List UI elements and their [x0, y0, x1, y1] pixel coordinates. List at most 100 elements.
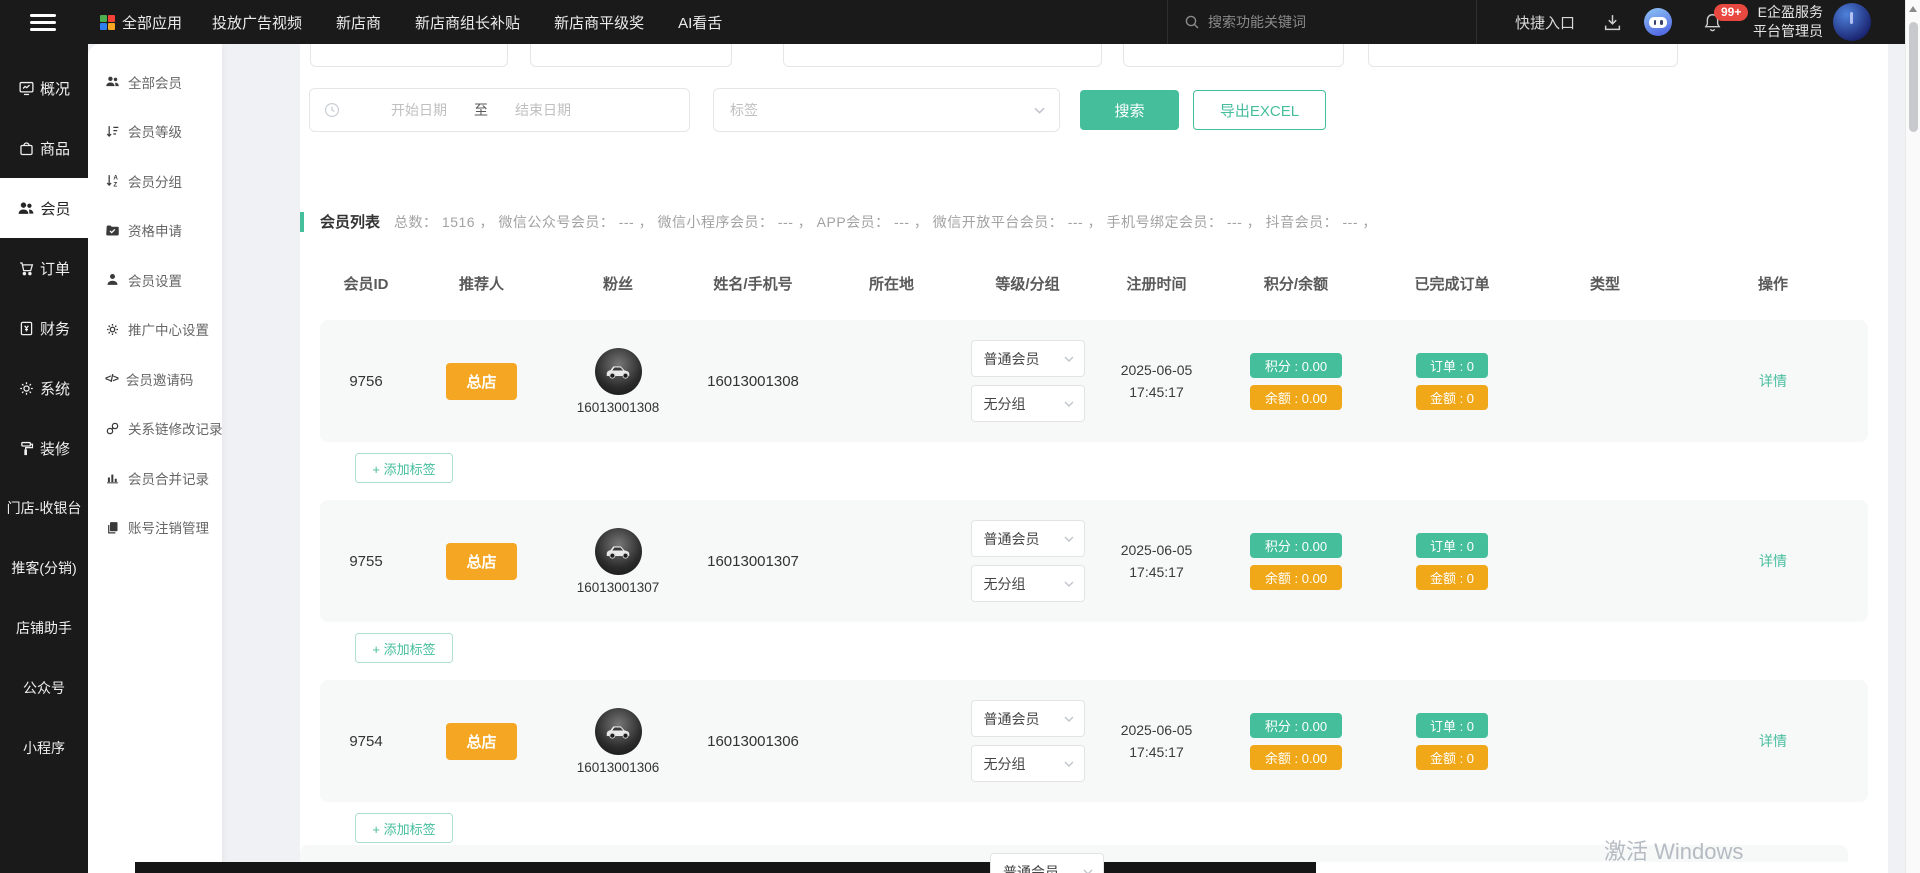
export-excel-button[interactable]: 导出EXCEL: [1193, 90, 1326, 130]
all-apps-button[interactable]: 全部应用: [100, 12, 182, 33]
add-tag-button[interactable]: + 添加标签: [355, 453, 453, 483]
user-name-line2: 平台管理员: [1753, 22, 1823, 41]
tag-select[interactable]: 标签: [713, 88, 1060, 132]
fan-avatar[interactable]: [595, 528, 642, 575]
amount-badge: 金额 : 0: [1416, 745, 1488, 770]
register-date: 2025-06-05: [1121, 359, 1193, 381]
sidebar-item-system[interactable]: 系统: [0, 358, 88, 418]
quick-entry-link[interactable]: 快捷入口: [1515, 12, 1575, 33]
start-date-input[interactable]: [364, 102, 474, 118]
gear-small-icon: [105, 322, 120, 337]
members-icon: [17, 199, 35, 217]
sidebar-item-official-account[interactable]: 公众号: [0, 658, 88, 718]
download-icon[interactable]: [1603, 13, 1622, 32]
search-input[interactable]: [1208, 14, 1460, 30]
menu-toggle-icon[interactable]: [30, 10, 56, 35]
sidebar-item-members[interactable]: 会员: [0, 178, 88, 238]
member-block: 9755 总店 16013001307 16013001307 普通会员: [320, 500, 1868, 663]
register-time: 17:45:17: [1129, 561, 1184, 583]
column-header-level-group: 等级/分组: [962, 273, 1093, 294]
sidebar-item-distribution[interactable]: 推客(分销): [0, 538, 88, 598]
scrollbar-up-arrow-icon[interactable]: [1909, 6, 1917, 12]
fan-id: 16013001307: [577, 580, 660, 595]
detail-link[interactable]: 详情: [1759, 371, 1787, 391]
avatar[interactable]: [1833, 3, 1871, 41]
sidebar-item-decorate[interactable]: 装修: [0, 418, 88, 478]
notifications-button[interactable]: 99+: [1702, 12, 1723, 33]
code-icon: </>: [105, 373, 118, 385]
bar-chart-icon: [105, 470, 120, 485]
chevron-down-icon: [1064, 716, 1074, 722]
orders-badge: 订单 : 0: [1416, 353, 1488, 378]
sidebar-item-mini-program[interactable]: 小程序: [0, 718, 88, 778]
date-range-picker[interactable]: 至: [309, 88, 690, 132]
global-search[interactable]: [1167, 0, 1477, 44]
sidebar-item-products[interactable]: 商品: [0, 118, 88, 178]
type-cell: [1532, 680, 1678, 802]
add-tag-button[interactable]: + 添加标签: [355, 633, 453, 663]
referrer-badge[interactable]: 总店: [446, 543, 516, 580]
subsidebar-item-qualification[interactable]: 资格申请: [88, 206, 222, 256]
group-select[interactable]: 无分组: [971, 565, 1085, 602]
subsidebar-item-promotion-settings[interactable]: 推广中心设置: [88, 305, 222, 355]
fan-avatar[interactable]: [595, 708, 642, 755]
primary-sidebar: 概况 商品 会员 订单 财务 系统 装修 门店-收银台 推客(分销) 店铺助手 …: [0, 44, 88, 873]
nav-item-new-shop[interactable]: 新店商: [336, 12, 381, 33]
subsidebar-item-relation-log[interactable]: 关系链修改记录: [88, 404, 222, 454]
scrollbar[interactable]: [1905, 0, 1920, 873]
level-select[interactable]: 普通会员: [971, 700, 1085, 737]
nav-item-peer-reward[interactable]: 新店商平级奖: [554, 12, 644, 33]
add-tag-button[interactable]: + 添加标签: [355, 813, 453, 843]
file-copy-icon: [105, 520, 120, 535]
member-name: 16013001306: [707, 733, 799, 750]
subsidebar-item-all-members[interactable]: 全部会员: [88, 57, 222, 107]
column-header-completed-orders: 已完成订单: [1372, 273, 1532, 294]
register-date: 2025-06-05: [1121, 719, 1193, 741]
referrer-badge[interactable]: 总店: [446, 363, 516, 400]
fan-avatar[interactable]: [595, 348, 642, 395]
user-menu[interactable]: E企盈服务 平台管理员: [1753, 3, 1823, 41]
amount-badge: 金额 : 0: [1416, 565, 1488, 590]
column-header-points-balance: 积分/余额: [1220, 273, 1372, 294]
chevron-down-icon: [1064, 401, 1074, 407]
sidebar-item-shop-assistant[interactable]: 店铺助手: [0, 598, 88, 658]
scrollbar-thumb[interactable]: [1909, 22, 1918, 132]
subsidebar-item-account-cancel[interactable]: 账号注销管理: [88, 503, 222, 553]
date-range-separator: 至: [474, 100, 488, 120]
sidebar-item-finance[interactable]: 财务: [0, 298, 88, 358]
subsidebar-item-member-group[interactable]: AZ 会员分组: [88, 156, 222, 206]
table-body: 9756 总店 16013001308 16013001308 普通会员: [320, 320, 1868, 860]
sidebar-item-orders[interactable]: 订单: [0, 238, 88, 298]
level-select[interactable]: 普通会员: [971, 520, 1085, 557]
balance-badge: 余额 : 0.00: [1250, 745, 1342, 770]
group-select[interactable]: 无分组: [971, 745, 1085, 782]
subsidebar-item-member-settings[interactable]: 会员设置: [88, 255, 222, 305]
subsidebar-item-merge-log[interactable]: 会员合并记录: [88, 453, 222, 503]
member-block: 9756 总店 16013001308 16013001308 普通会员: [320, 320, 1868, 483]
detail-link[interactable]: 详情: [1759, 551, 1787, 571]
column-header-referrer: 推荐人: [412, 273, 551, 294]
column-header-type: 类型: [1532, 273, 1678, 294]
points-badge: 积分 : 0.00: [1250, 713, 1342, 738]
column-header-member-id: 会员ID: [320, 273, 412, 294]
level-select[interactable]: 普通会员: [990, 853, 1104, 873]
ai-assistant-icon[interactable]: [1644, 8, 1672, 36]
subsidebar-item-member-level[interactable]: 会员等级: [88, 107, 222, 157]
member-list-title: 会员列表: [320, 211, 380, 232]
subsidebar-item-invite-code[interactable]: </> 会员邀请码: [88, 354, 222, 404]
filter-row: 至 标签 搜索 导出EXCEL: [300, 88, 1888, 132]
chevron-down-icon: [1034, 107, 1045, 114]
referrer-badge[interactable]: 总店: [446, 723, 516, 760]
nav-item-ad-video[interactable]: 投放广告视频: [212, 12, 302, 33]
nav-item-ai-tongue[interactable]: AI看舌: [678, 12, 722, 33]
sidebar-item-store-cashier[interactable]: 门店-收银台: [0, 478, 88, 538]
nav-item-leader-subsidy[interactable]: 新店商组长补贴: [415, 12, 520, 33]
link-icon: [105, 421, 120, 436]
car-icon: [603, 716, 633, 746]
end-date-input[interactable]: [488, 102, 598, 118]
detail-link[interactable]: 详情: [1759, 731, 1787, 751]
sidebar-item-overview[interactable]: 概况: [0, 58, 88, 118]
search-button[interactable]: 搜索: [1080, 90, 1179, 130]
level-select[interactable]: 普通会员: [971, 340, 1085, 377]
group-select[interactable]: 无分组: [971, 385, 1085, 422]
